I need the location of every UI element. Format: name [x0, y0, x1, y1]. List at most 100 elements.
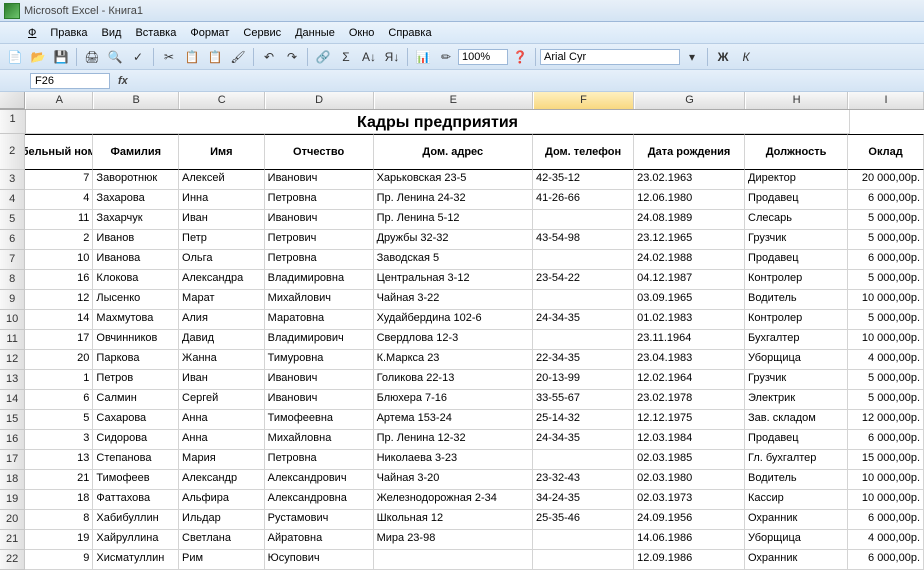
- cell-firstname[interactable]: Мария: [179, 450, 265, 470]
- cell-firstname[interactable]: Анна: [179, 430, 265, 450]
- menu-edit[interactable]: Правка: [44, 25, 93, 41]
- row-header[interactable]: 6: [0, 230, 25, 250]
- undo-icon[interactable]: ↶: [258, 46, 280, 68]
- cell-tabnum[interactable]: 1: [25, 370, 93, 390]
- cell-birth[interactable]: 01.02.1983: [634, 310, 745, 330]
- cell-salary[interactable]: 10 000,00р.: [848, 330, 924, 350]
- header-firstname[interactable]: Имя: [179, 134, 265, 170]
- cell-lastname[interactable]: Салмин: [93, 390, 179, 410]
- cell-patronymic[interactable]: Юсупович: [265, 550, 374, 570]
- cell-address[interactable]: Николаева 3-23: [374, 450, 533, 470]
- cell-firstname[interactable]: Александра: [179, 270, 265, 290]
- cell-firstname[interactable]: Александр: [179, 470, 265, 490]
- header-phone[interactable]: Дом. телефон: [533, 134, 634, 170]
- cell-tabnum[interactable]: 7: [25, 170, 93, 190]
- cell-tabnum[interactable]: 12: [25, 290, 93, 310]
- cell-lastname[interactable]: Захарчук: [93, 210, 179, 230]
- cell-lastname[interactable]: Иванов: [93, 230, 179, 250]
- cell-patronymic[interactable]: Маратовна: [265, 310, 374, 330]
- cell-birth[interactable]: 12.06.1980: [634, 190, 745, 210]
- cell-patronymic[interactable]: Александровна: [265, 490, 374, 510]
- menu-data[interactable]: Данные: [289, 25, 341, 41]
- cell-firstname[interactable]: Иван: [179, 210, 265, 230]
- cell-tabnum[interactable]: 5: [25, 410, 93, 430]
- row-header[interactable]: 2: [0, 134, 25, 170]
- cell-salary[interactable]: 10 000,00р.: [848, 490, 924, 510]
- cell-firstname[interactable]: Рим: [179, 550, 265, 570]
- cell-birth[interactable]: 03.09.1965: [634, 290, 745, 310]
- cell-position[interactable]: Продавец: [745, 190, 848, 210]
- cell-phone[interactable]: 34-24-35: [533, 490, 634, 510]
- cell-position[interactable]: Зав. складом: [745, 410, 848, 430]
- row-header[interactable]: 14: [0, 390, 25, 410]
- header-address[interactable]: Дом. адрес: [374, 134, 533, 170]
- hyperlink-icon[interactable]: 🔗: [312, 46, 334, 68]
- cell-tabnum[interactable]: 10: [25, 250, 93, 270]
- cut-icon[interactable]: ✂: [158, 46, 180, 68]
- cell-firstname[interactable]: Алексей: [179, 170, 265, 190]
- cell-salary[interactable]: 6 000,00р.: [848, 550, 924, 570]
- cell-address[interactable]: Блюхера 7-16: [374, 390, 533, 410]
- copy-icon[interactable]: 📋: [181, 46, 203, 68]
- cell-address[interactable]: К.Маркса 23: [374, 350, 533, 370]
- open-icon[interactable]: 📂: [27, 46, 49, 68]
- col-header-h[interactable]: H: [745, 92, 848, 109]
- font-size-dropdown[interactable]: ▾: [681, 46, 703, 68]
- bold-icon[interactable]: Ж: [712, 46, 734, 68]
- col-header-b[interactable]: B: [93, 92, 179, 109]
- cell-phone[interactable]: 20-13-99: [533, 370, 634, 390]
- cell-patronymic[interactable]: Михайлович: [265, 290, 374, 310]
- row-header[interactable]: 10: [0, 310, 25, 330]
- cell-tabnum[interactable]: 19: [25, 530, 93, 550]
- cell-phone[interactable]: [533, 530, 634, 550]
- drawing-icon[interactable]: ✏: [435, 46, 457, 68]
- fx-icon[interactable]: fx: [118, 75, 128, 87]
- cell-address[interactable]: Харьковская 23-5: [374, 170, 533, 190]
- cell-salary[interactable]: 6 000,00р.: [848, 190, 924, 210]
- cell-address[interactable]: Мира 23-98: [374, 530, 533, 550]
- header-lastname[interactable]: Фамилия: [93, 134, 179, 170]
- cell-position[interactable]: Контролер: [745, 310, 848, 330]
- menu-window[interactable]: Окно: [343, 25, 381, 41]
- sheet-title[interactable]: Кадры предприятия: [26, 110, 850, 134]
- cell-firstname[interactable]: Алия: [179, 310, 265, 330]
- cell-patronymic[interactable]: Иванович: [265, 170, 374, 190]
- cell-address[interactable]: Центральная 3-12: [374, 270, 533, 290]
- menu-view[interactable]: Вид: [96, 25, 128, 41]
- cell-patronymic[interactable]: Петровна: [265, 190, 374, 210]
- col-header-a[interactable]: A: [25, 92, 93, 109]
- cell-birth[interactable]: 24.09.1956: [634, 510, 745, 530]
- row-header[interactable]: 13: [0, 370, 25, 390]
- cell-position[interactable]: Продавец: [745, 250, 848, 270]
- cell-salary[interactable]: 20 000,00р.: [848, 170, 924, 190]
- cell-position[interactable]: Слесарь: [745, 210, 848, 230]
- cell-birth[interactable]: 24.02.1988: [634, 250, 745, 270]
- cell-address[interactable]: Заводская 5: [374, 250, 533, 270]
- cell-patronymic[interactable]: Иванович: [265, 210, 374, 230]
- cell-position[interactable]: Продавец: [745, 430, 848, 450]
- cell-phone[interactable]: [533, 210, 634, 230]
- cell-lastname[interactable]: Хисматуллин: [93, 550, 179, 570]
- autosum-icon[interactable]: Σ: [335, 46, 357, 68]
- cell-tabnum[interactable]: 21: [25, 470, 93, 490]
- cell-patronymic[interactable]: Иванович: [265, 370, 374, 390]
- cell-phone[interactable]: 22-34-35: [533, 350, 634, 370]
- save-icon[interactable]: 💾: [50, 46, 72, 68]
- cell-address[interactable]: Артема 153-24: [374, 410, 533, 430]
- cell-lastname[interactable]: Иванова: [93, 250, 179, 270]
- cell-tabnum[interactable]: 11: [25, 210, 93, 230]
- cell-lastname[interactable]: Овчинников: [93, 330, 179, 350]
- cell-address[interactable]: Дружбы 32-32: [374, 230, 533, 250]
- cell-phone[interactable]: 24-34-35: [533, 430, 634, 450]
- cell-lastname[interactable]: Лысенко: [93, 290, 179, 310]
- cell-position[interactable]: Кассир: [745, 490, 848, 510]
- cell-lastname[interactable]: Хайруллина: [93, 530, 179, 550]
- cell-birth[interactable]: 02.03.1980: [634, 470, 745, 490]
- menu-file[interactable]: Ф: [22, 25, 42, 41]
- cell-address[interactable]: Пр. Ленина 24-32: [374, 190, 533, 210]
- cell-lastname[interactable]: Фаттахова: [93, 490, 179, 510]
- header-birth[interactable]: Дата рождения: [634, 134, 745, 170]
- cell-position[interactable]: Грузчик: [745, 370, 848, 390]
- new-icon[interactable]: 📄: [4, 46, 26, 68]
- row-header[interactable]: 8: [0, 270, 25, 290]
